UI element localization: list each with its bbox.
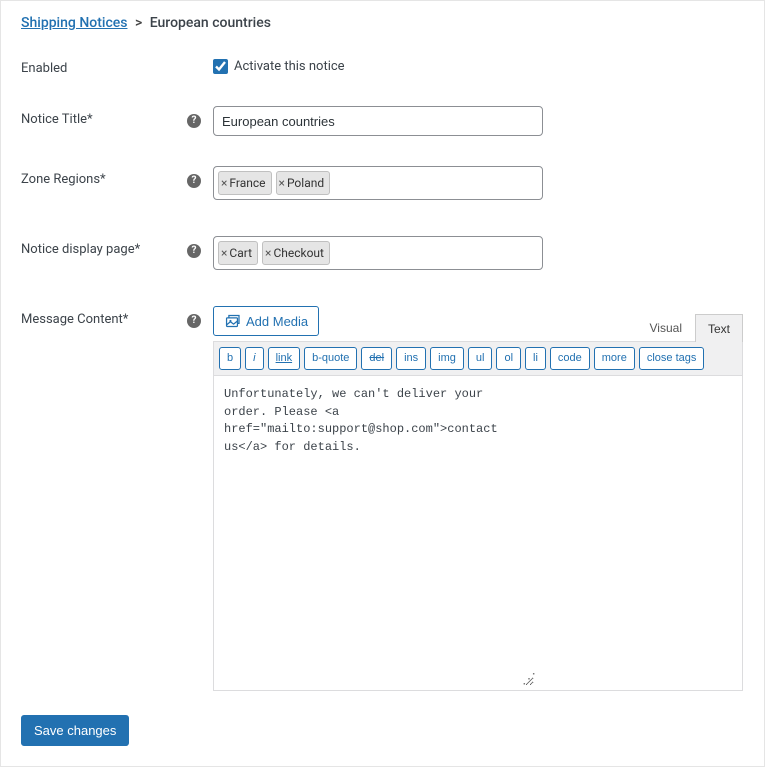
qt-bold-button[interactable]: b [219, 347, 241, 370]
editor-container: b i link b-quote del ins img ul ol li co… [213, 341, 743, 691]
label-notice-title: Notice Title* ? [21, 106, 213, 127]
help-icon[interactable]: ? [187, 174, 201, 188]
page-wrapper: Shipping Notices > European countries En… [0, 0, 765, 767]
quicktags-toolbar: b i link b-quote del ins img ul ol li co… [214, 342, 742, 376]
row-display-page: Notice display page* ? × Cart × Checkout [21, 236, 744, 270]
qt-ul-button[interactable]: ul [468, 347, 493, 370]
chip-remove-icon[interactable]: × [265, 247, 271, 259]
qt-italic-button[interactable]: i [245, 347, 263, 370]
display-page-chip: × Cart [218, 241, 258, 265]
label-notice-title-text: Notice Title* [21, 112, 93, 127]
row-message-content: Message Content* ? Add Media [21, 306, 744, 691]
message-content-textarea[interactable] [214, 376, 534, 686]
help-icon[interactable]: ? [187, 244, 201, 258]
notice-title-input[interactable] [213, 106, 543, 136]
qt-del-button[interactable]: del [361, 347, 392, 370]
chip-label: Cart [229, 246, 252, 260]
label-message-content: Message Content* ? [21, 306, 213, 327]
display-page-select[interactable]: × Cart × Checkout [213, 236, 543, 270]
label-display-page-text: Notice display page* [21, 242, 140, 257]
breadcrumb-parent-link[interactable]: Shipping Notices [21, 15, 127, 31]
qt-close-tags-button[interactable]: close tags [639, 347, 705, 370]
label-zone-regions-text: Zone Regions* [21, 172, 106, 187]
chip-remove-icon[interactable]: × [221, 247, 227, 259]
row-zone-regions: Zone Regions* ? × France × Poland [21, 166, 744, 200]
label-zone-regions: Zone Regions* ? [21, 166, 213, 187]
tab-text[interactable]: Text [695, 314, 743, 342]
help-icon[interactable]: ? [187, 314, 201, 328]
qt-li-button[interactable]: li [525, 347, 546, 370]
enabled-checkbox[interactable] [213, 59, 228, 74]
label-message-content-text: Message Content* [21, 312, 128, 327]
row-notice-title: Notice Title* ? [21, 106, 744, 136]
tab-visual[interactable]: Visual [637, 314, 695, 342]
display-page-chip: × Checkout [262, 241, 330, 265]
add-media-button[interactable]: Add Media [213, 306, 319, 336]
enabled-checkbox-label[interactable]: Activate this notice [234, 59, 345, 74]
breadcrumb-separator: > [135, 15, 142, 31]
media-icon [224, 314, 240, 328]
help-icon[interactable]: ? [187, 114, 201, 128]
label-display-page: Notice display page* ? [21, 236, 213, 257]
chip-remove-icon[interactable]: × [221, 177, 227, 189]
row-enabled: Enabled Activate this notice [21, 55, 744, 76]
chip-remove-icon[interactable]: × [279, 177, 285, 189]
breadcrumb: Shipping Notices > European countries [21, 15, 744, 31]
editor-tabs: Visual Text [637, 314, 743, 342]
qt-blockquote-button[interactable]: b-quote [304, 347, 357, 370]
qt-link-button[interactable]: link [268, 347, 301, 370]
save-changes-button[interactable]: Save changes [21, 715, 129, 746]
qt-code-button[interactable]: code [550, 347, 590, 370]
qt-ol-button[interactable]: ol [496, 347, 521, 370]
zone-chip: × Poland [276, 171, 331, 195]
qt-img-button[interactable]: img [430, 347, 464, 370]
zone-regions-select[interactable]: × France × Poland [213, 166, 543, 200]
zone-chip: × France [218, 171, 272, 195]
label-enabled: Enabled [21, 55, 213, 76]
qt-ins-button[interactable]: ins [396, 347, 426, 370]
qt-more-button[interactable]: more [594, 347, 635, 370]
add-media-label: Add Media [246, 314, 308, 329]
chip-label: Poland [287, 176, 324, 190]
breadcrumb-current: European countries [150, 15, 271, 31]
chip-label: France [229, 176, 265, 190]
editor-top-row: Add Media Visual Text [213, 306, 743, 342]
chip-label: Checkout [273, 246, 324, 260]
